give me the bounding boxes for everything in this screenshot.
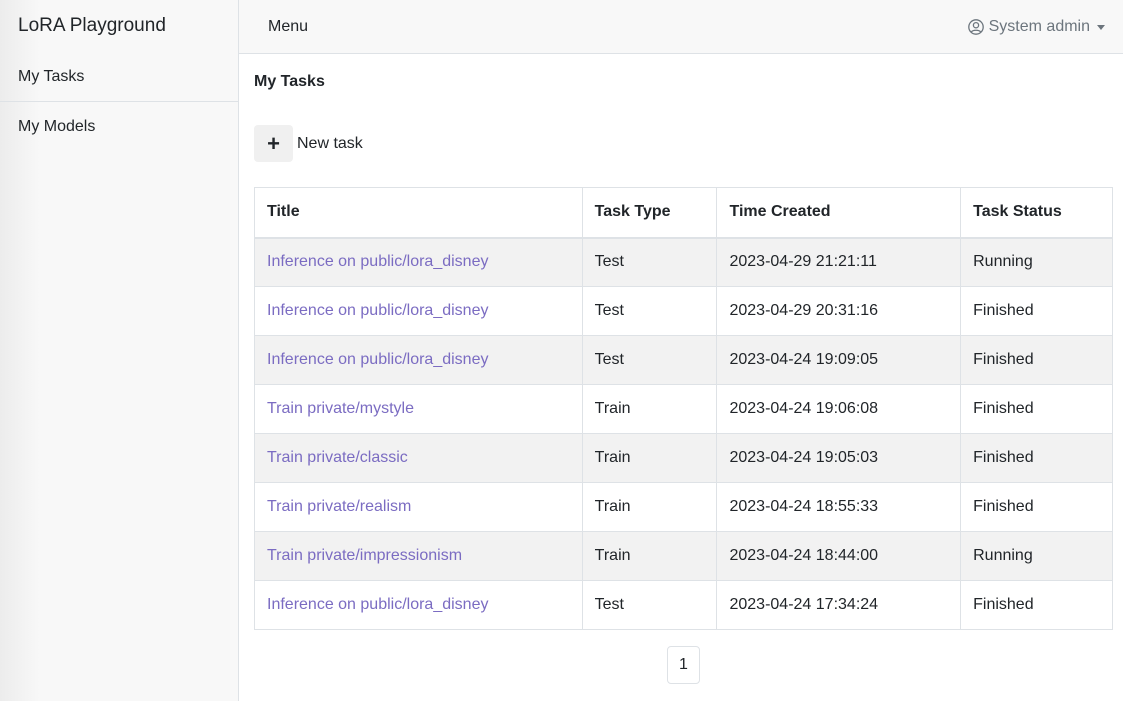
task-title-cell: Inference on public/lora_disney <box>254 286 583 336</box>
task-type-cell: Train <box>581 433 718 483</box>
task-title-link[interactable]: Train private/realism <box>267 498 411 515</box>
task-status-cell: Finished <box>960 433 1113 483</box>
table-row: Inference on public/lora_disney Test 202… <box>254 237 1113 287</box>
pagination: 1 <box>254 646 1113 684</box>
page-button-1[interactable]: 1 <box>667 646 700 684</box>
task-type-cell: Test <box>581 580 718 630</box>
main-area: Menu System admin My Tasks + New task Ti… <box>239 0 1123 701</box>
new-task-row: + New task <box>254 125 1113 162</box>
menu-toggle[interactable]: Menu <box>268 18 308 36</box>
tasks-table: Title Task Type Time Created Task Status… <box>254 187 1113 630</box>
task-time-cell: 2023-04-24 19:06:08 <box>716 384 962 434</box>
table-header-row: Title Task Type Time Created Task Status <box>254 187 1113 239</box>
column-header-title: Title <box>254 187 583 239</box>
task-title-cell: Train private/mystyle <box>254 384 583 434</box>
sidebar-item-label: My Models <box>18 117 96 135</box>
user-circle-icon <box>967 18 984 35</box>
table-row: Inference on public/lora_disney Test 202… <box>254 286 1113 336</box>
table-row: Inference on public/lora_disney Test 202… <box>254 335 1113 385</box>
task-title-link[interactable]: Train private/impressionism <box>267 547 462 564</box>
brand-title[interactable]: LoRA Playground <box>0 0 238 52</box>
task-status-cell: Finished <box>960 384 1113 434</box>
table-row: Train private/realism Train 2023-04-24 1… <box>254 482 1113 532</box>
task-title-link[interactable]: Inference on public/lora_disney <box>267 596 488 613</box>
page-title: My Tasks <box>254 73 325 90</box>
sidebar-item-label: My Tasks <box>18 67 85 85</box>
task-title-link[interactable]: Inference on public/lora_disney <box>267 302 488 319</box>
task-status-cell: Finished <box>960 335 1113 385</box>
app-root: LoRA Playground My Tasks My Models Menu … <box>0 0 1123 701</box>
task-time-cell: 2023-04-24 18:55:33 <box>716 482 962 532</box>
new-task-button[interactable]: + <box>254 125 293 162</box>
task-type-cell: Test <box>581 335 718 385</box>
task-status-cell: Running <box>960 237 1113 287</box>
task-status-cell: Running <box>960 531 1113 581</box>
task-status-cell: Finished <box>960 580 1113 630</box>
chevron-down-icon <box>1097 24 1105 30</box>
task-time-cell: 2023-04-29 21:21:11 <box>716 237 962 287</box>
column-header-time-created: Time Created <box>716 187 962 239</box>
task-type-cell: Test <box>581 286 718 336</box>
task-type-cell: Train <box>581 384 718 434</box>
task-title-link[interactable]: Train private/mystyle <box>267 400 414 417</box>
user-name: System admin <box>988 17 1090 35</box>
task-title-cell: Inference on public/lora_disney <box>254 335 583 385</box>
sidebar-item-my-tasks[interactable]: My Tasks <box>0 52 238 102</box>
task-type-cell: Train <box>581 482 718 532</box>
plus-icon: + <box>267 130 280 156</box>
task-time-cell: 2023-04-24 19:09:05 <box>716 335 962 385</box>
sidebar: LoRA Playground My Tasks My Models <box>0 0 239 701</box>
column-header-task-type: Task Type <box>581 187 718 239</box>
task-time-cell: 2023-04-24 17:34:24 <box>716 580 962 630</box>
task-type-cell: Test <box>581 237 718 287</box>
column-header-task-status: Task Status <box>960 187 1113 239</box>
task-title-cell: Train private/realism <box>254 482 583 532</box>
table-row: Train private/impressionism Train 2023-0… <box>254 531 1113 581</box>
task-title-cell: Train private/impressionism <box>254 531 583 581</box>
user-dropdown[interactable]: System admin <box>967 17 1105 36</box>
task-time-cell: 2023-04-24 19:05:03 <box>716 433 962 483</box>
new-task-label[interactable]: New task <box>297 135 363 153</box>
top-navbar: Menu System admin <box>239 0 1123 54</box>
task-status-cell: Finished <box>960 482 1113 532</box>
table-row: Train private/mystyle Train 2023-04-24 1… <box>254 384 1113 434</box>
task-time-cell: 2023-04-29 20:31:16 <box>716 286 962 336</box>
task-title-cell: Inference on public/lora_disney <box>254 580 583 630</box>
table-row: Inference on public/lora_disney Test 202… <box>254 580 1113 630</box>
task-type-cell: Train <box>581 531 718 581</box>
page-content: My Tasks + New task Title Task Type Time… <box>239 54 1123 684</box>
task-title-link[interactable]: Inference on public/lora_disney <box>267 253 488 270</box>
task-title-link[interactable]: Train private/classic <box>267 449 408 466</box>
task-title-cell: Inference on public/lora_disney <box>254 237 583 287</box>
task-status-cell: Finished <box>960 286 1113 336</box>
sidebar-item-my-models[interactable]: My Models <box>0 102 238 151</box>
task-time-cell: 2023-04-24 18:44:00 <box>716 531 962 581</box>
task-title-link[interactable]: Inference on public/lora_disney <box>267 351 488 368</box>
table-row: Train private/classic Train 2023-04-24 1… <box>254 433 1113 483</box>
task-title-cell: Train private/classic <box>254 433 583 483</box>
